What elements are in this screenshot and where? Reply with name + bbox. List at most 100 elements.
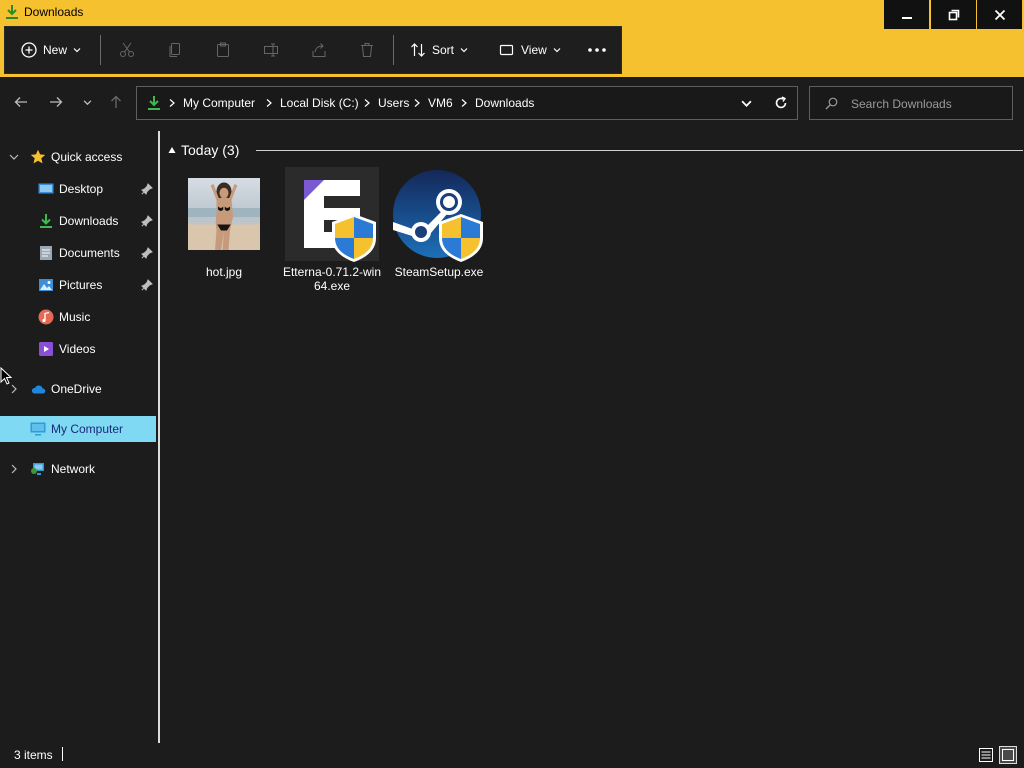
sidebar-item-network[interactable]: Network [0,456,156,482]
network-icon [31,463,44,475]
arrow-up-icon [111,95,121,108]
pin-icon [141,183,153,195]
delete-button[interactable] [359,27,375,73]
chevron-right-icon[interactable] [9,464,19,474]
paste-button[interactable] [215,27,231,73]
refresh-icon[interactable] [774,96,788,110]
download-icon [148,96,160,110]
sidebar-item-label: Quick access [51,150,123,164]
sidebar-item-onedrive[interactable]: OneDrive [0,376,156,402]
collapse-triangle-icon[interactable] [168,146,176,154]
item-count: 3 items [14,748,53,762]
sidebar-item-pictures[interactable]: Pictures [0,272,156,298]
sort-label: Sort [432,43,455,57]
sidebar-item-quick-access[interactable]: Quick access [0,144,156,170]
search-box[interactable]: Search Downloads [809,86,1013,120]
sidebar-item-music[interactable]: Music [0,304,156,330]
chevron-down-icon[interactable] [741,99,752,108]
toolbar-separator [393,35,394,65]
search-icon [825,97,838,110]
new-button[interactable]: New [21,27,81,73]
view-label: View [521,43,547,57]
chevron-down-icon [460,48,468,53]
share-button[interactable] [311,27,327,73]
chevron-down-icon [83,99,91,105]
status-bar: 3 items [0,743,1024,768]
status-separator [62,747,63,761]
more-options-button[interactable] [587,27,607,73]
command-bar: New Sort View [4,26,622,74]
sort-button[interactable]: Sort [410,27,468,73]
minimize-button[interactable] [884,0,929,29]
file-name: SteamSetup.exe [394,265,484,279]
new-label: New [43,43,68,57]
desktop-icon [38,183,54,194]
minimize-icon [901,16,912,19]
pin-icon [141,279,153,291]
mouse-cursor-icon [0,367,12,385]
file-item-etterna-exe[interactable]: Etterna-0.71.2-win64.exe [282,167,382,298]
details-view-icon[interactable] [978,747,994,763]
rename-icon [264,43,278,57]
sidebar-item-videos[interactable]: Videos [0,336,156,362]
chevron-right-icon [461,99,467,107]
chevron-right-icon [364,99,370,107]
star-icon [30,149,46,164]
rename-button[interactable] [263,27,279,73]
group-divider [256,150,1023,151]
pane-divider[interactable] [158,131,160,743]
navigation-pane: Quick access Desktop Downloads Documents… [0,131,158,743]
music-icon [38,309,54,325]
file-list: Today (3) hot.jpg Etterna-0.71.2-win64.e… [162,131,1024,743]
sidebar-item-my-computer[interactable]: My Computer [0,416,156,442]
pictures-icon [39,279,53,291]
chevron-right-icon [266,99,272,107]
recent-locations-button[interactable] [76,91,98,113]
close-icon [994,9,1005,20]
group-header-today[interactable]: Today (3) [168,142,1023,158]
sidebar-item-documents[interactable]: Documents [0,240,156,266]
image-thumbnail [188,178,260,250]
address-bar[interactable]: My Computer Local Disk (C:) Users VM6 Do… [136,86,798,120]
large-icons-view-icon[interactable] [999,746,1017,764]
download-icon [6,5,18,19]
chevron-right-icon[interactable] [9,384,19,394]
cloud-icon [31,385,46,394]
videos-icon [39,342,53,356]
sidebar-item-label: Downloads [59,214,119,228]
file-item-steamsetup-exe[interactable]: SteamSetup.exe [389,168,489,298]
restore-icon [948,9,959,20]
breadcrumb-users[interactable]: Users [378,96,409,110]
chevron-right-icon [414,99,420,107]
breadcrumb-downloads[interactable]: Downloads [475,96,534,110]
sidebar-item-label: Documents [59,246,120,260]
file-item-hot-jpg[interactable]: hot.jpg [174,168,274,298]
sidebar-item-label: Videos [59,342,96,356]
download-icon [40,214,52,228]
breadcrumb-local-disk[interactable]: Local Disk (C:) [280,96,359,110]
cut-button[interactable] [119,27,135,73]
breadcrumb-vm6[interactable]: VM6 [428,96,453,110]
title-bar: Downloads New Sort View [0,0,1024,77]
up-button[interactable] [105,91,127,113]
sidebar-item-desktop[interactable]: Desktop [0,176,156,202]
back-button[interactable] [10,91,32,113]
chevron-down-icon [73,48,81,53]
pin-icon [141,247,153,259]
breadcrumb-my-computer[interactable]: My Computer [183,96,255,110]
restore-button[interactable] [931,0,976,29]
file-name: Etterna-0.71.2-win64.exe [282,265,382,293]
copy-button[interactable] [167,27,183,73]
sidebar-item-downloads[interactable]: Downloads [0,208,156,234]
uac-shield-icon [332,214,376,262]
copy-icon [169,43,180,57]
computer-icon [30,422,46,436]
chevron-down-icon[interactable] [9,152,19,162]
document-icon [40,246,52,260]
close-button[interactable] [977,0,1022,29]
sidebar-item-label: Desktop [59,182,104,196]
forward-button[interactable] [45,91,67,113]
steam-installer-icon [393,170,483,262]
chevron-right-icon [169,99,175,107]
view-button[interactable]: View [499,27,561,73]
